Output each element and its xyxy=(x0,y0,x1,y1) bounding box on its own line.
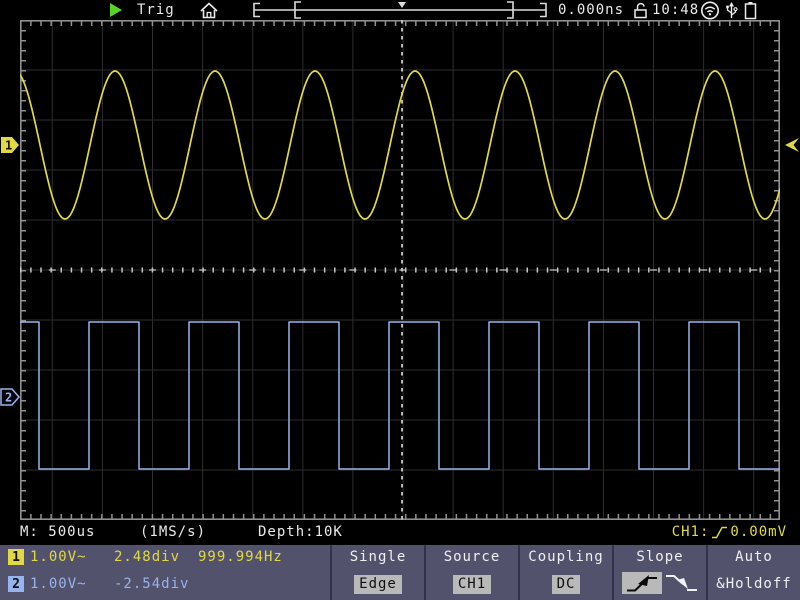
home-icon[interactable] xyxy=(199,2,219,19)
battery-icon xyxy=(744,1,757,20)
trigger-level-value: 0.00mV xyxy=(730,524,787,540)
trigger-level-marker[interactable] xyxy=(782,137,800,153)
ch1-position-readout: 2.48div xyxy=(114,549,180,565)
bottom-panel: 1 1.00V~ 2.48div 999.994Hz 2 1.00V~ -2.5… xyxy=(0,545,800,600)
menu-label-slope: Slope xyxy=(636,549,683,565)
slope-falling-icon[interactable] xyxy=(665,572,699,594)
slope-rising-icon xyxy=(624,572,660,594)
record-view-bar[interactable] xyxy=(250,0,550,20)
run-state-play-icon xyxy=(110,3,122,17)
ch2-position-readout: -2.54div xyxy=(114,576,189,592)
trigger-status-label: Trig xyxy=(137,2,175,18)
menu-trigger-type[interactable]: Single Edge xyxy=(330,545,424,600)
trigger-level-readout: CH1: 0.00mV xyxy=(672,524,787,540)
menu-auto-holdoff[interactable]: Auto &Holdoff xyxy=(706,545,800,600)
menu-label-single: Single xyxy=(350,549,407,565)
menu-slope[interactable]: Slope xyxy=(612,545,706,600)
menu-value-holdoff[interactable]: &Holdoff xyxy=(716,575,791,594)
menu-source[interactable]: Source CH1 xyxy=(424,545,518,600)
ch2-position-marker[interactable]: 2 xyxy=(0,388,20,406)
ch1-frequency-readout: 999.994Hz xyxy=(198,549,283,565)
ch2-badge[interactable]: 2 xyxy=(8,576,24,592)
ch1-position-marker[interactable]: 1 xyxy=(0,136,20,154)
menu-label-coupling: Coupling xyxy=(528,549,603,565)
lock-open-icon xyxy=(633,2,648,19)
svg-text:1: 1 xyxy=(5,139,12,153)
timebase-readout: M: 500us xyxy=(20,524,95,540)
oscilloscope-screen: Trig 0.000ns 10:48 xyxy=(0,0,800,600)
menu-coupling[interactable]: Coupling DC xyxy=(518,545,612,600)
trigger-source-label: CH1: xyxy=(672,524,710,540)
ch1-scale-readout: 1.00V~ xyxy=(30,549,87,565)
trigger-position-marker[interactable] xyxy=(398,2,406,8)
menu-value-dc[interactable]: DC xyxy=(552,575,581,594)
ch1-badge[interactable]: 1 xyxy=(8,549,24,565)
clock-readout: 10:48 xyxy=(652,2,699,18)
menu-value-ch1[interactable]: CH1 xyxy=(453,575,491,594)
ch2-square-trace xyxy=(20,322,780,469)
slope-rising-option[interactable] xyxy=(622,572,662,594)
usb-icon xyxy=(724,2,739,19)
sample-rate-readout: (1MS/s) xyxy=(140,524,206,540)
wifi-icon xyxy=(699,1,721,20)
depth-readout: Depth:10K xyxy=(258,524,343,540)
menu-label-source: Source xyxy=(444,549,501,565)
ch1-sine-trace xyxy=(20,71,780,219)
menu-label-auto: Auto xyxy=(735,549,773,565)
rising-edge-icon xyxy=(711,525,728,540)
menu-value-edge[interactable]: Edge xyxy=(354,575,402,594)
ch2-scale-readout: 1.00V~ xyxy=(30,576,87,592)
trigger-time-readout: 0.000ns xyxy=(558,2,624,18)
svg-text:2: 2 xyxy=(5,391,12,405)
waveform-display xyxy=(20,20,780,520)
